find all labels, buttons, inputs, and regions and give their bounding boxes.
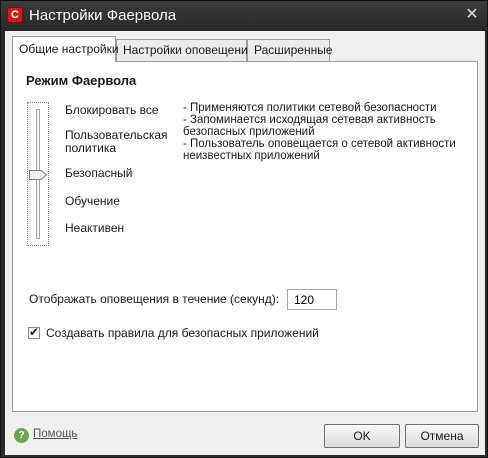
tab-notifications[interactable]: Настройки оповещений [116,39,254,61]
help-icon[interactable]: ? [14,428,29,443]
mode-level-inactive[interactable]: Неактивен [65,222,175,235]
section-title-firewall-mode: Режим Фаервола [26,73,137,88]
mode-description-line: - Запоминается исходящая сетевая активно… [183,114,436,126]
general-settings-panel: Режим Фаервола Блокировать все Пользоват… [12,61,478,412]
titlebar: C Настройки Фаервола ✕ [1,1,487,31]
mode-description-line: неизвестных приложений [183,150,320,162]
mode-description: - Применяются политики сетевой безопасно… [183,102,468,162]
mode-description-line: - Применяются политики сетевой безопасно… [183,102,437,114]
ok-button[interactable]: OK [324,424,400,448]
mode-level-training[interactable]: Обучение [65,195,175,208]
mode-level-safe[interactable]: Безопасный [65,167,175,180]
mode-description-line: - Пользователь оповещается о сетевой акт… [183,138,456,150]
close-icon[interactable]: ✕ [463,6,481,24]
notify-duration-label: Отображать оповещения в течение (секунд)… [29,292,280,306]
slider-thumb[interactable] [29,169,48,180]
window-title: Настройки Фаервола [29,7,177,24]
tab-advanced[interactable]: Расширенные [247,39,333,61]
tab-general[interactable]: Общие настройки [12,36,119,62]
dialog-client-area: Общие настройки Настройки оповещений Рас… [5,31,485,455]
mode-level-custom-policy[interactable]: Пользовательская политика [65,129,175,155]
app-logo-icon: C [7,7,23,23]
notify-duration-input[interactable] [287,289,337,310]
checkmark-icon: ✔ [29,325,40,339]
firewall-mode-slider[interactable] [27,102,49,246]
safe-rules-label[interactable]: Создавать правила для безопасных приложе… [46,326,319,340]
firewall-settings-window: C Настройки Фаервола ✕ Общие настройки Н… [0,0,488,458]
safe-rules-checkbox[interactable]: ✔ [28,325,40,339]
cancel-button[interactable]: Отмена [405,424,479,448]
mode-level-block-all[interactable]: Блокировать все [65,104,175,117]
help-link[interactable]: Помощь [33,428,77,440]
mode-description-line: безопасных приложений [183,126,315,138]
